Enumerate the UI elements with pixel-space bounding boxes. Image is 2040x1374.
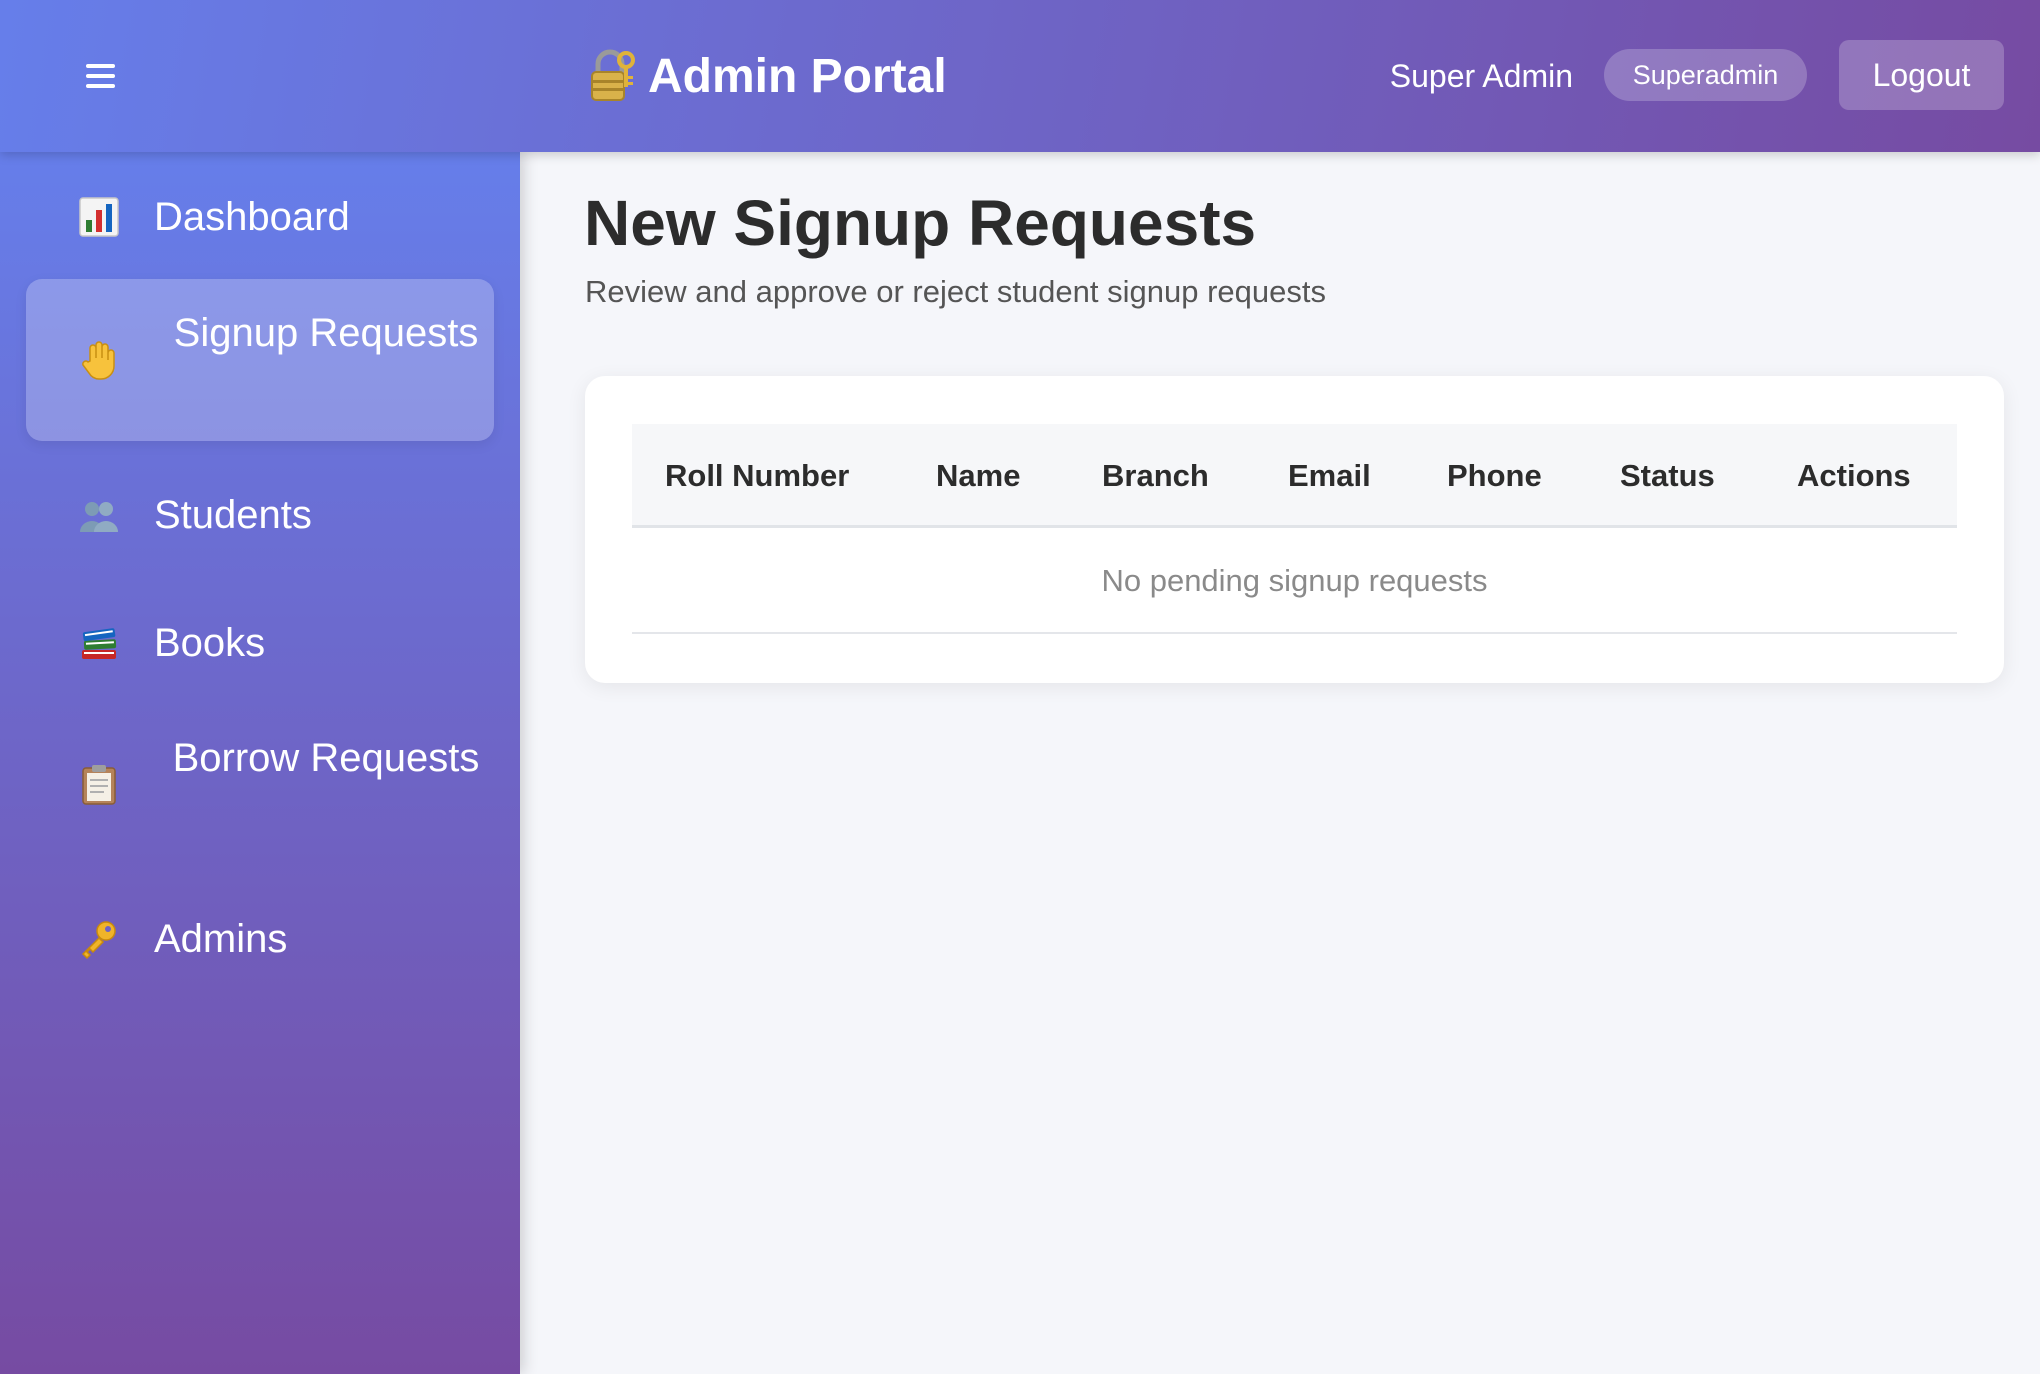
empty-state-message: No pending signup requests (632, 528, 1957, 634)
column-header-branch: Branch (1102, 458, 1209, 493)
column-header-status: Status (1620, 458, 1715, 493)
lock-with-key-icon (588, 46, 636, 106)
sidebar-item-label: Signup Requests (173, 311, 479, 355)
sidebar-item-label: Books (154, 620, 266, 665)
hamburger-menu-icon[interactable] (78, 56, 124, 96)
logout-button[interactable]: Logout (1839, 40, 2004, 110)
page-title: New Signup Requests (584, 187, 1257, 259)
page-subtitle: Review and approve or reject student sig… (585, 274, 1326, 309)
table-header: Roll Number Name Branch Email Phone Stat… (632, 424, 1957, 528)
books-icon (78, 622, 120, 664)
sidebar-item-students[interactable]: Students (26, 470, 494, 560)
brand-logo: Admin Portal (588, 42, 947, 110)
column-header-roll-number: Roll Number (665, 458, 850, 493)
sidebar-item-label: Borrow Requests (172, 736, 480, 780)
sidebar-item-label: Students (154, 492, 312, 537)
user-name: Super Admin (1389, 58, 1573, 94)
raised-hand-icon (78, 339, 120, 381)
sidebar-item-signup-requests[interactable]: Signup Requests (26, 279, 494, 441)
sidebar-item-borrow-requests[interactable]: Borrow Requests (26, 704, 494, 866)
brand-title: Admin Portal (648, 49, 947, 103)
column-header-phone: Phone (1447, 458, 1542, 493)
top-header: Admin Portal Super Admin Superadmin Logo… (0, 0, 2040, 152)
people-icon (78, 494, 120, 536)
key-icon (78, 918, 120, 960)
column-header-name: Name (936, 458, 1021, 493)
sidebar-item-books[interactable]: Books (26, 598, 494, 688)
sidebar-item-admins[interactable]: Admins (26, 894, 494, 984)
sidebar: Dashboard Signup Requests Students Books… (0, 152, 520, 1374)
column-header-email: Email (1288, 458, 1371, 493)
main-content: New Signup Requests Review and approve o… (520, 152, 2040, 1374)
clipboard-icon (78, 764, 120, 806)
bar-chart-icon (78, 196, 120, 238)
sidebar-item-dashboard[interactable]: Dashboard (26, 172, 494, 262)
column-header-actions: Actions (1797, 458, 1911, 493)
sidebar-item-label: Admins (154, 916, 288, 961)
role-badge: Superadmin (1604, 49, 1807, 101)
sidebar-item-label: Dashboard (154, 194, 350, 239)
signup-requests-card: Roll Number Name Branch Email Phone Stat… (585, 376, 2004, 683)
